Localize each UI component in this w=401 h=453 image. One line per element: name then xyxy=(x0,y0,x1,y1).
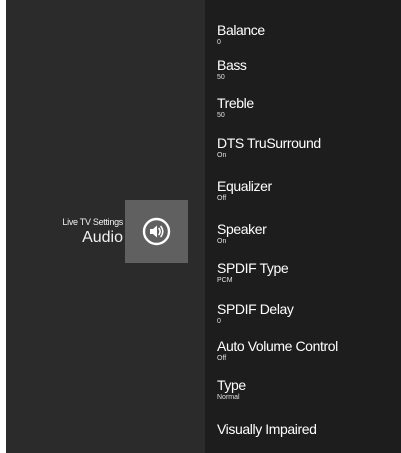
page-title: Audio xyxy=(82,229,123,246)
menu-item-label: Bass xyxy=(217,57,247,73)
settings-header-pane: Live TV Settings Audio xyxy=(6,0,205,453)
menu-item-value: Normal xyxy=(217,394,240,401)
header-subtitle: Live TV Settings xyxy=(62,217,123,227)
menu-item-value: 50 xyxy=(217,74,225,81)
menu-item-label: DTS TruSurround xyxy=(217,135,321,151)
menu-item-auto-volume-control[interactable]: Auto Volume Control Off xyxy=(217,338,397,363)
menu-item-treble[interactable]: Treble 50 xyxy=(217,95,397,120)
menu-item-label: Treble xyxy=(217,95,254,111)
menu-item-value: 0 xyxy=(217,39,221,46)
menu-item-type[interactable]: Type Normal xyxy=(217,377,397,402)
menu-item-visually-impaired[interactable]: Visually Impaired xyxy=(217,421,397,437)
menu-item-balance[interactable]: Balance 0 xyxy=(217,22,397,47)
menu-item-value: PCM xyxy=(217,277,233,284)
speaker-volume-icon xyxy=(142,217,171,246)
menu-item-spdif-type[interactable]: SPDIF Type PCM xyxy=(217,260,397,285)
menu-item-spdif-delay[interactable]: SPDIF Delay 0 xyxy=(217,301,397,326)
header-text: Live TV Settings Audio xyxy=(62,217,123,248)
menu-item-label: Equalizer xyxy=(217,178,272,194)
audio-icon-tile xyxy=(125,200,188,263)
menu-item-dts-trusurround[interactable]: DTS TruSurround On xyxy=(217,135,397,160)
menu-item-label: SPDIF Type xyxy=(217,260,289,276)
menu-item-equalizer[interactable]: Equalizer Off xyxy=(217,178,397,203)
menu-item-label: SPDIF Delay xyxy=(217,301,294,317)
menu-item-label: Visually Impaired xyxy=(217,421,317,437)
menu-item-speaker[interactable]: Speaker On xyxy=(217,221,397,246)
menu-item-value: Off xyxy=(217,195,227,202)
menu-item-value: 0 xyxy=(217,318,221,325)
tv-settings-screen: Live TV Settings Audio Balance 0 Bass 50… xyxy=(6,0,401,453)
menu-item-value: On xyxy=(217,238,227,245)
menu-item-value: 50 xyxy=(217,112,225,119)
menu-item-label: Speaker xyxy=(217,221,267,237)
menu-item-label: Auto Volume Control xyxy=(217,338,338,354)
menu-item-value: Off xyxy=(217,355,227,362)
menu-item-label: Type xyxy=(217,377,246,393)
menu-item-value: On xyxy=(217,152,227,159)
menu-item-label: Balance xyxy=(217,22,265,38)
menu-item-bass[interactable]: Bass 50 xyxy=(217,57,397,82)
settings-menu-list: Balance 0 Bass 50 Treble 50 DTS TruSurro… xyxy=(211,0,401,453)
